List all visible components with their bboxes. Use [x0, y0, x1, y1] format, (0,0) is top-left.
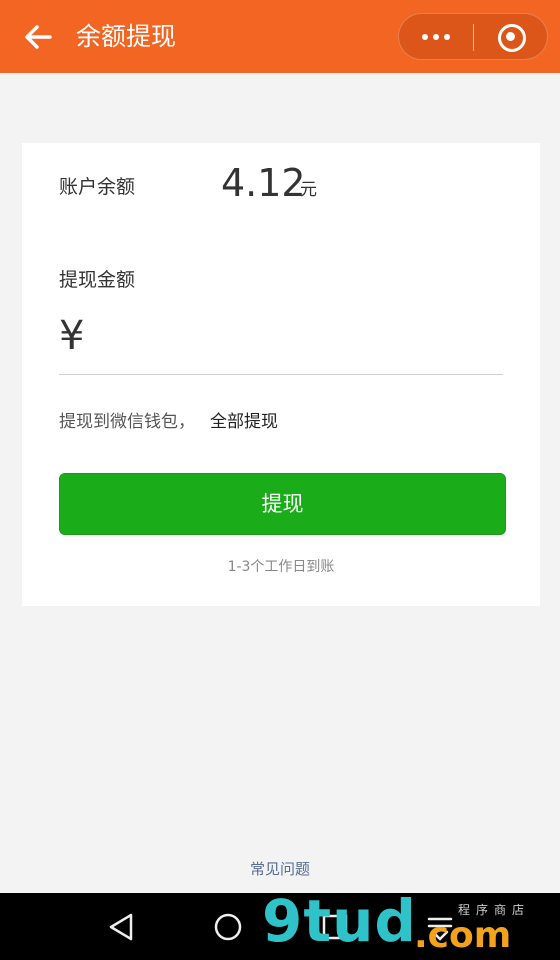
system-navigation-bar [0, 893, 560, 960]
mini-program-capsule [398, 13, 548, 60]
top-navigation-bar: 余额提现 [0, 0, 560, 73]
balance-value: 4.12 [221, 161, 306, 205]
amount-input-underline [59, 374, 503, 375]
more-dots-icon [433, 34, 439, 40]
menu-down-icon [427, 917, 453, 941]
arrival-note: 1-3个工作日到账 [227, 559, 335, 575]
system-back-button[interactable] [101, 907, 141, 947]
system-menu-button[interactable] [420, 907, 460, 947]
amount-label: 提现金额 [59, 269, 136, 291]
currency-symbol: ¥ [59, 313, 85, 359]
faq-link[interactable]: 常见问题 [0, 858, 560, 879]
triangle-back-icon [109, 913, 133, 941]
target-close-icon-center [506, 32, 515, 41]
amount-input[interactable] [107, 313, 501, 365]
circle-home-icon [214, 913, 242, 941]
more-dots-icon [444, 34, 450, 40]
more-button[interactable] [399, 14, 473, 61]
arrow-left-icon [25, 25, 52, 49]
back-button[interactable] [22, 20, 56, 54]
square-recents-icon [322, 914, 348, 940]
balance-unit: 元 [300, 180, 317, 200]
page-title: 余额提现 [76, 22, 177, 51]
system-home-button[interactable] [208, 907, 248, 947]
close-mini-program-button[interactable] [474, 14, 548, 61]
withdraw-all-link[interactable]: 全部提现 [210, 407, 278, 432]
withdraw-card: 账户余额 4.12 元 提现金额 ¥ 提现到微信钱包， 全部提现 提现 1-3个… [22, 143, 540, 606]
more-dots-icon [422, 34, 428, 40]
system-recents-button[interactable] [315, 907, 355, 947]
withdraw-hint: 提现到微信钱包， [59, 412, 195, 432]
balance-label: 账户余额 [59, 176, 136, 198]
withdraw-submit-button[interactable]: 提现 [59, 473, 506, 535]
